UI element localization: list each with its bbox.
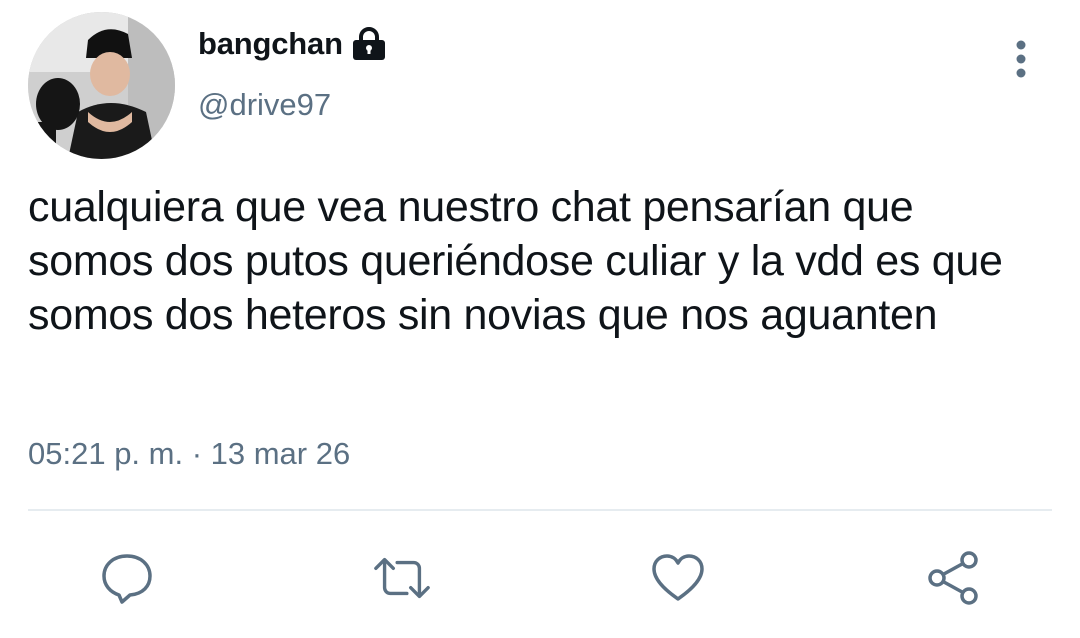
more-options-button[interactable] [1000, 38, 1042, 80]
divider [28, 509, 1052, 511]
avatar[interactable] [28, 12, 175, 159]
share-icon [928, 551, 978, 605]
retweet-icon [374, 557, 430, 599]
heart-icon [652, 554, 704, 601]
display-name[interactable]: bangchan [198, 26, 343, 62]
tweet-text: cualquiera que vea nuestro chat pensaría… [28, 183, 1003, 339]
share-button[interactable] [923, 548, 983, 608]
tweet-card: bangchan @drive97 cualquiera que vea nue… [0, 0, 1080, 638]
lock-icon [351, 27, 387, 61]
retweet-button[interactable] [372, 548, 432, 608]
tweet-timestamp[interactable]: 05:21 p. m. · 13 mar 26 [28, 436, 350, 472]
reply-button[interactable] [97, 548, 157, 608]
more-vertical-icon [1016, 40, 1026, 78]
user-handle[interactable]: @drive97 [198, 87, 331, 123]
like-button[interactable] [648, 548, 708, 608]
name-row: bangchan [198, 26, 387, 62]
comment-icon [102, 554, 152, 604]
avatar-photo [28, 12, 175, 159]
